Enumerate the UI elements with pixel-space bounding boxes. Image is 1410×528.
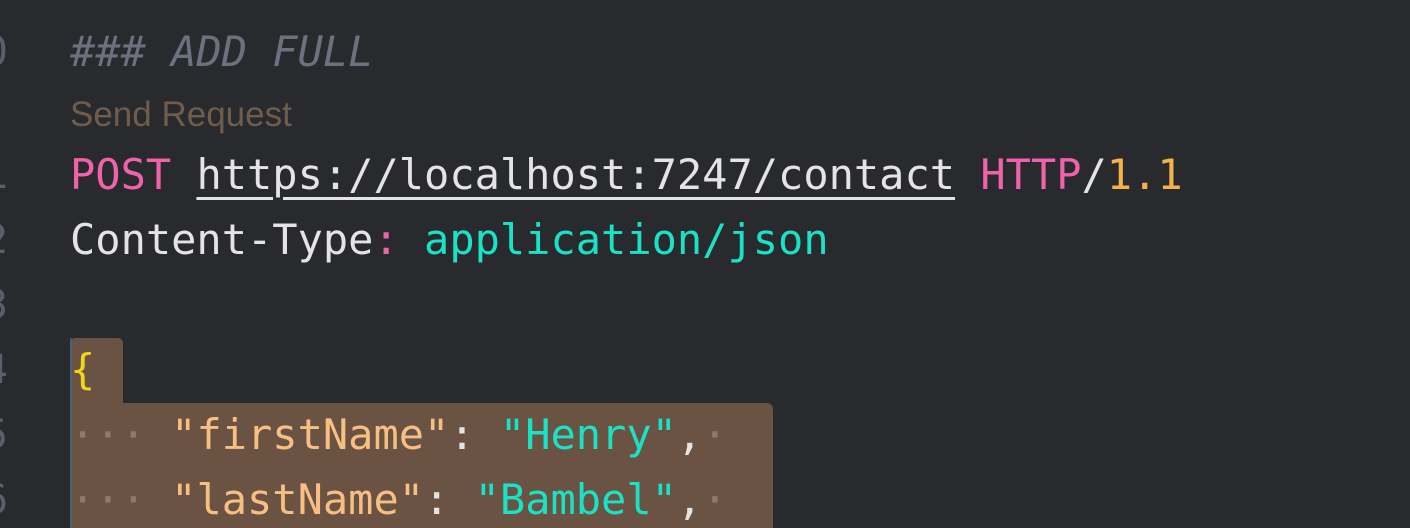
json-value: "Henry" <box>499 410 677 459</box>
http-protocol: HTTP <box>980 150 1082 199</box>
line-number: 1 <box>0 143 8 207</box>
indent-whitespace: ··· <box>70 475 146 524</box>
open-brace: { <box>70 345 96 394</box>
line-number: 3 <box>0 273 8 337</box>
request-url-link[interactable]: https://localhost:7247/contact <box>196 150 955 199</box>
editor-line-request[interactable]: 1 POST https://localhost:7247/contact HT… <box>0 143 1410 207</box>
line-number: 4 <box>0 338 8 402</box>
editor-line-empty[interactable]: 3 <box>0 273 1410 337</box>
http-version: 1.1 <box>1106 150 1183 199</box>
editor-line-field[interactable]: 5 ··· "firstName": "Henry",· <box>0 403 1410 467</box>
header-value: application/json <box>424 215 829 264</box>
line-number: 5 <box>0 403 8 467</box>
header-name: Content-Type <box>70 215 374 264</box>
json-field: ··· "lastName": "Bambel",· <box>70 468 728 528</box>
json-field: ··· "firstName": "Henry",· <box>70 403 728 467</box>
codelens-line: Send Request <box>0 83 1410 147</box>
line-number: 0 <box>0 20 8 84</box>
indent-whitespace: ··· <box>70 410 146 459</box>
editor-line-open-brace[interactable]: 4 { <box>0 338 1410 402</box>
header-line: Content-Type: application/json <box>70 208 829 272</box>
json-key: "lastName" <box>171 475 425 524</box>
http-method: POST <box>70 150 172 199</box>
code-editor[interactable]: 0 ### ADD FULL Send Request 1 POST https… <box>0 0 1410 528</box>
editor-line-comment[interactable]: 0 ### ADD FULL <box>0 20 1410 84</box>
json-value: "Bambel" <box>474 475 677 524</box>
json-colon: : <box>449 410 475 459</box>
selection-edge-indicator <box>70 338 72 528</box>
header-colon: : <box>373 215 399 264</box>
line-number: 6 <box>0 468 8 528</box>
send-request-codelens[interactable]: Send Request <box>70 83 292 147</box>
comment-text: ### ADD FULL <box>70 27 374 76</box>
json-colon: : <box>424 475 450 524</box>
line-number: 2 <box>0 208 8 272</box>
json-key: "firstName" <box>171 410 450 459</box>
json-comma: , <box>676 475 703 524</box>
trailing-whitespace: · <box>702 475 728 524</box>
protocol-slash: / <box>1081 150 1107 199</box>
editor-line-field[interactable]: 6 ··· "lastName": "Bambel",· <box>0 468 1410 528</box>
json-comma: , <box>676 410 703 459</box>
request-line: POST https://localhost:7247/contact HTTP… <box>70 143 1183 207</box>
editor-line-header[interactable]: 2 Content-Type: application/json <box>0 208 1410 272</box>
trailing-whitespace: · <box>702 410 728 459</box>
